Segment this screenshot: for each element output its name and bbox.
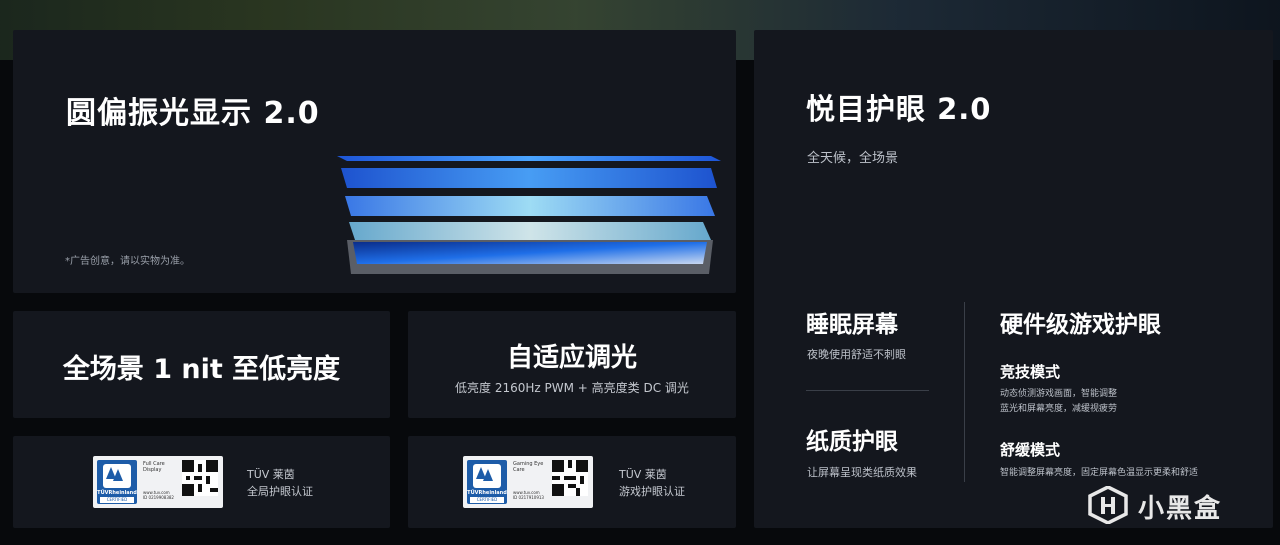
ad-disclaimer: *广告创意，请以实物为准。	[65, 256, 190, 267]
heybox-watermark: 小黑盒	[1088, 482, 1248, 528]
cert-panel-full-care: TÜVRheinland CERTIFIED Full Care Display…	[13, 436, 390, 528]
cert-line2: 全局护眼认证	[247, 485, 313, 498]
min-brightness-panel: 全场景 1 nit 至低亮度	[13, 311, 390, 418]
tuv-badge: TÜVRheinland CERTIFIED Gaming Eye Care w…	[463, 456, 593, 508]
cert-panel-gaming: TÜVRheinland CERTIFIED Gaming Eye Care w…	[408, 436, 736, 528]
qr-code-icon	[182, 460, 218, 496]
cert-text: TÜV 莱茵 全局护眼认证	[247, 466, 313, 500]
eye-care-subtitle: 全天候，全场景	[807, 151, 899, 166]
cert-text: TÜV 莱茵 游戏护眼认证	[619, 466, 685, 500]
adaptive-dimming-title: 自适应调光	[506, 343, 637, 373]
competitive-desc-line1: 动态侦测游戏画面，智能调整	[1000, 389, 1118, 399]
adaptive-dimming-subtitle: 低亮度 2160Hz PWM + 高亮度类 DC 调光	[455, 381, 689, 395]
competitive-mode-desc: 动态侦测游戏画面，智能调整 蓝光和屏幕亮度，减缓视疲劳	[1000, 387, 1117, 417]
paper-mode-title: 纸质护眼	[806, 429, 898, 455]
layer-1	[337, 156, 721, 161]
cert-line1: TÜV 莱茵	[247, 468, 295, 481]
paper-mode-desc: 让屏幕呈现类纸质效果	[807, 466, 917, 479]
badge-id: www.tuv.com ID 0217910913	[513, 490, 544, 500]
eye-care-title: 悦目护眼 2.0	[806, 92, 992, 126]
tuv-logo-icon: TÜVRheinland CERTIFIED	[467, 460, 507, 504]
min-brightness-title: 全场景 1 nit 至低亮度	[62, 354, 341, 385]
display-layers-illustration	[337, 156, 721, 274]
tuv-badge: TÜVRheinland CERTIFIED Full Care Display…	[93, 456, 223, 508]
divider-vertical	[964, 302, 965, 482]
badge-id: www.tuv.com ID 0219908382	[143, 490, 174, 500]
game-eye-care-title: 硬件级游戏护眼	[1000, 312, 1161, 338]
competitive-desc-line2: 蓝光和屏幕亮度，减缓视疲劳	[1000, 404, 1118, 414]
display-panel: 圆偏振光显示 2.0 *广告创意，请以实物为准。	[13, 30, 736, 293]
eye-care-panel: 悦目护眼 2.0 全天候，全场景 睡眠屏幕 夜晚使用舒适不刺眼 纸质护眼 让屏幕…	[754, 30, 1273, 528]
display-title: 圆偏振光显示 2.0	[66, 96, 320, 131]
layer-3	[345, 196, 715, 216]
badge-title: Gaming Eye Care	[513, 461, 544, 473]
cert-line1: TÜV 莱茵	[619, 468, 667, 481]
layer-2	[341, 168, 717, 188]
heybox-logo-icon	[1088, 486, 1128, 524]
divider-horizontal	[806, 390, 929, 391]
competitive-mode-title: 竞技模式	[1000, 363, 1061, 381]
watermark-text: 小黑盒	[1138, 494, 1223, 524]
layer-4	[349, 222, 711, 240]
badge-title: Full Care Display	[143, 461, 165, 473]
sleep-screen-title: 睡眠屏幕	[806, 312, 898, 338]
qr-code-icon	[552, 460, 588, 496]
ease-mode-desc: 智能调整屏幕亮度，固定屏幕色温显示更柔和舒适	[1000, 468, 1199, 478]
sleep-screen-desc: 夜晚使用舒适不刺眼	[807, 348, 906, 361]
cert-line2: 游戏护眼认证	[619, 485, 685, 498]
phone-screen	[353, 242, 707, 264]
tuv-logo-icon: TÜVRheinland CERTIFIED	[97, 460, 137, 504]
adaptive-dimming-panel: 自适应调光 低亮度 2160Hz PWM + 高亮度类 DC 调光	[408, 311, 736, 418]
ease-mode-title: 舒缓模式	[1000, 441, 1061, 459]
